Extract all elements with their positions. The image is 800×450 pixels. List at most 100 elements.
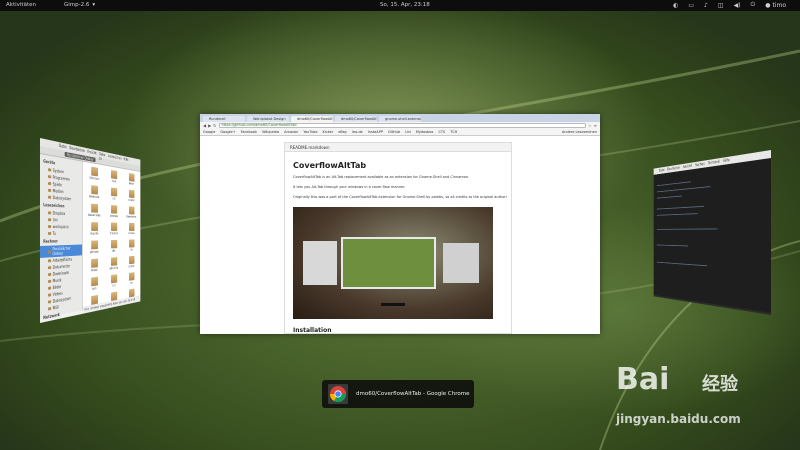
folder-icon (110, 205, 117, 214)
app-menu[interactable]: Gimp-2.6 ▾ (64, 2, 95, 8)
folder-item[interactable]: gtk (105, 239, 122, 257)
bookmark-item[interactable]: Wikipedia (262, 130, 279, 134)
power-icon[interactable]: ⏻ (751, 1, 756, 9)
browser-tab[interactable]: Rundmail (203, 116, 245, 122)
folder-item[interactable]: GTK-Dark (85, 166, 104, 186)
bookmark-item[interactable]: Amazon (284, 130, 298, 134)
folder-icon (110, 222, 117, 231)
browser-tab[interactable]: dmo60/CoverflowAltTab (335, 116, 377, 122)
bookmark-item[interactable]: Google+ (220, 130, 235, 134)
folder-icon (128, 189, 135, 199)
bookmark-item[interactable]: YouTube (303, 130, 317, 134)
bookmarks-bar: Google Google+ Facebook Wikipedia Amazon YouT… (200, 129, 600, 136)
terminal-window[interactable]: Datei Bearbeiten Ansicht Suchen Terminal Hilf… (653, 150, 771, 315)
folder-item[interactable]: gitrepos (85, 240, 104, 258)
file-manager-window[interactable]: Datei Bearbeiten Ansicht Gehe zu Lesezeichen… (40, 138, 141, 323)
reload-icon[interactable]: ↻ (213, 123, 216, 128)
folder-label: gitrepos (89, 249, 99, 254)
folder-label: Dropbox (109, 231, 118, 236)
volume-icon[interactable]: ◀) (734, 2, 741, 9)
folder-item[interactable]: Downloads (124, 206, 139, 222)
clock[interactable]: So, 15. Apr, 23:18 (380, 2, 430, 8)
folder-icon (48, 211, 52, 215)
bookmark-item[interactable]: eBay (338, 130, 347, 134)
readme-box: README.markdown CoverflowAltTab Coverflo… (284, 142, 512, 334)
readme-paragraph: It lets you Alt-Tab through your windows… (293, 185, 406, 189)
star-icon[interactable]: ☆ (588, 123, 592, 128)
browser-tab[interactable]: dmo60/CoverflowAltTab (291, 116, 333, 122)
folder-item[interactable]: Dropbox (105, 222, 122, 239)
folder-icon (110, 257, 117, 266)
folder-item[interactable]: ws (124, 272, 139, 290)
folder-item[interactable]: gitconfig (105, 257, 122, 275)
user-menu[interactable]: ● timo (765, 2, 786, 9)
folder-item[interactable]: dolphin (124, 189, 139, 206)
watermark-brand-cn: 经验 (702, 374, 738, 395)
browser-tab[interactable]: Wahlplakat Design (247, 116, 289, 122)
clipboard-icon[interactable]: ▭ (688, 2, 694, 9)
folder-label: gtk (112, 249, 116, 253)
folder-icon (128, 272, 135, 281)
menu-item[interactable]: Gehe zu (99, 152, 106, 161)
text-line (656, 205, 704, 210)
folder-item[interactable]: Uni (105, 274, 122, 293)
text-line (656, 181, 692, 187)
bookmark-item[interactable]: Mydosbox (416, 130, 434, 134)
folder-item[interactable]: Bilder (124, 172, 139, 190)
folder-item[interactable]: drsprite (85, 222, 104, 240)
bookmark-item[interactable]: TCH (450, 130, 457, 134)
folder-icon (90, 276, 98, 287)
folder-item[interactable]: Dokumente (85, 203, 104, 221)
folder-item[interactable]: mpd (105, 169, 122, 188)
activities-button[interactable]: Aktivitäten (6, 2, 36, 8)
folder-icon (128, 206, 135, 215)
bookmark-item[interactable]: Uni (405, 130, 411, 134)
folder-icon (110, 239, 117, 249)
forward-icon[interactable]: ▶ (208, 123, 211, 128)
folder-label: dfs (112, 196, 116, 201)
bookmark-item[interactable]: leo.de (352, 130, 363, 134)
readme-filename: README.markdown (285, 143, 511, 152)
folder-icon (48, 266, 52, 270)
bookmark-item[interactable]: Kicker (323, 130, 334, 134)
folder-item[interactable]: dfs (105, 187, 122, 205)
folder-item[interactable]: eclipse (124, 222, 139, 239)
chevron-down-icon: ▾ (92, 2, 96, 8)
address-bar[interactable]: https://github.com/dmo60/CoverflowAltTab (218, 123, 587, 128)
folder-icon (90, 203, 98, 213)
accessibility-icon[interactable]: ◐ (673, 2, 678, 9)
readme-paragraph: CoverflowAltTab is an Alt-Tab replacemen… (293, 175, 470, 179)
folder-icon (48, 175, 52, 179)
chrome-window[interactable]: Rundmail Wahlplakat Design dmo60/Coverflow… (200, 114, 600, 334)
sidebar-item[interactable]: workspace (40, 223, 82, 230)
switcher-window-title: dmo60/CoverflowAltTab - Google Chrome (356, 391, 470, 397)
folder-item[interactable]: ilb (124, 239, 139, 256)
back-icon[interactable]: ◀ (203, 123, 206, 128)
folder-label: eclipse (128, 231, 135, 235)
folder-icon (48, 168, 52, 172)
text-line (656, 228, 718, 230)
folder-icon (48, 218, 52, 222)
folder-item[interactable]: Desktop (105, 205, 122, 222)
bookmark-item[interactable]: InstaAPP (368, 130, 383, 134)
window-switcher-label: dmo60/CoverflowAltTab - Google Chrome (322, 380, 474, 408)
bookmark-item[interactable]: GitHub (388, 130, 400, 134)
wrench-icon[interactable]: ≡ (594, 123, 597, 128)
bookmark-item[interactable]: CTS (438, 130, 445, 134)
text-line (656, 244, 689, 247)
places-sidebar: Geräte System Programme Spiele Medien Dateisy… (40, 154, 83, 320)
folder-item[interactable]: Musik (85, 258, 104, 277)
folder-item[interactable]: scripts (124, 255, 139, 272)
app-menu-label: Gimp-2.6 (64, 2, 90, 8)
folder-item[interactable]: Bilder-Alt (85, 184, 104, 203)
music-icon[interactable]: ♪ (704, 2, 708, 9)
browser-tab[interactable]: gnome-shell-extensions (379, 116, 421, 122)
other-bookmarks[interactable]: Andere Lesezeichen (562, 130, 597, 134)
folder-icon (48, 279, 52, 283)
bookmark-item[interactable]: Google (203, 130, 215, 134)
network-icon[interactable]: ◫ (718, 2, 724, 9)
folder-label: Musik (91, 268, 98, 273)
menu-item[interactable]: Hilfe (124, 157, 129, 163)
folder-label: Uni (112, 283, 116, 288)
bookmark-item[interactable]: Facebook (241, 130, 257, 134)
